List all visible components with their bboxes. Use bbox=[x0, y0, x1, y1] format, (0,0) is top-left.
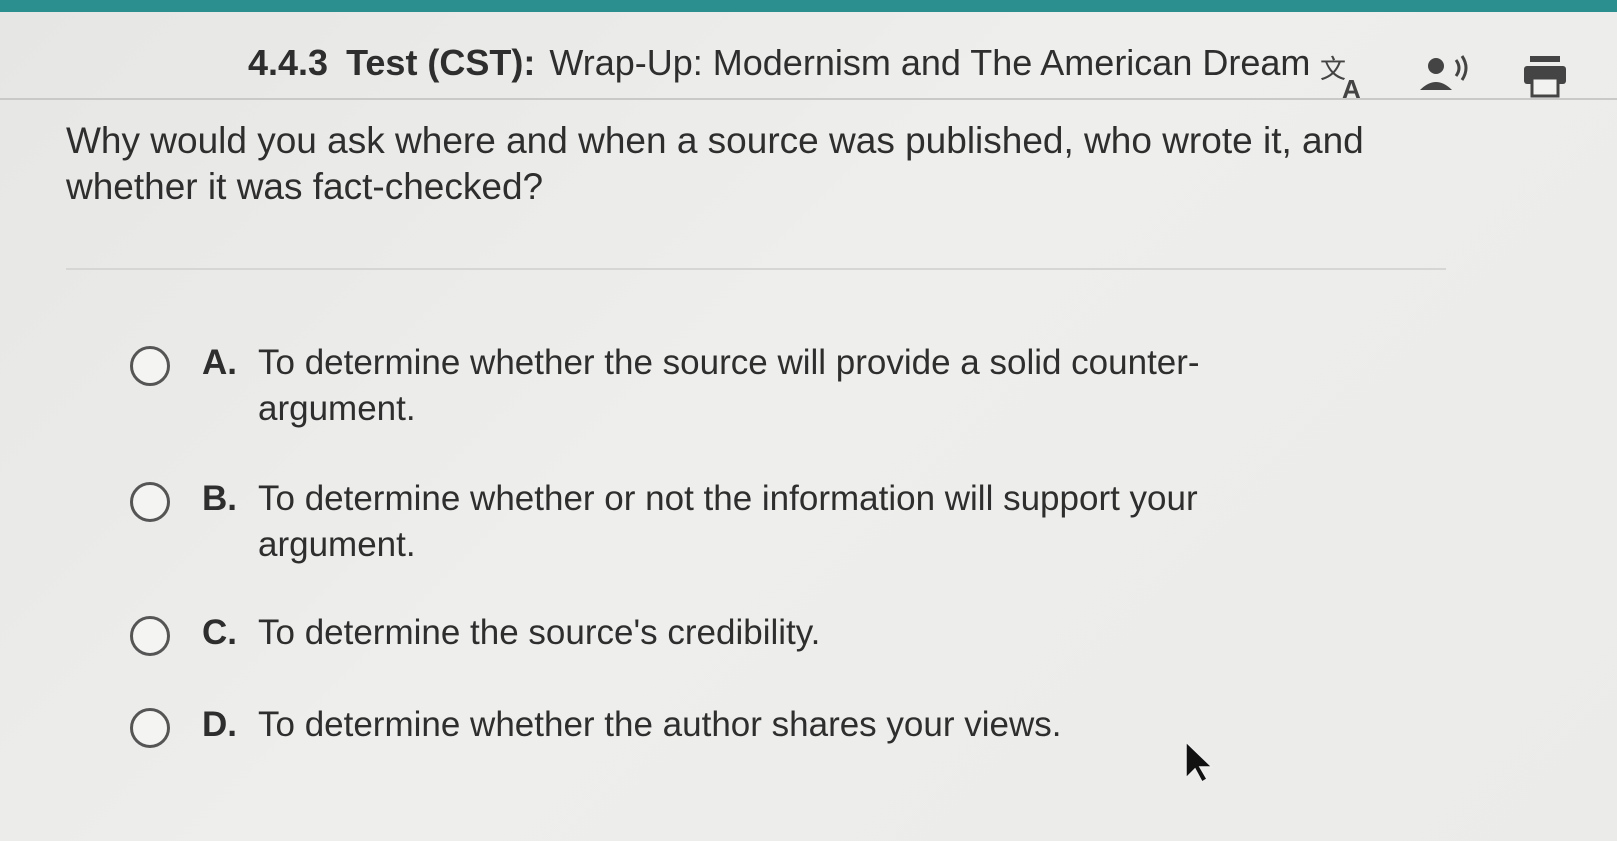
answer-option-c[interactable]: C. To determine the source's credibility… bbox=[130, 613, 1338, 656]
translate-icon[interactable]: 文 A bbox=[1318, 52, 1372, 102]
option-letter: A. bbox=[202, 343, 237, 382]
option-text: To determine whether or not the informat… bbox=[258, 479, 1198, 564]
mouse-pointer-icon bbox=[1184, 740, 1214, 789]
lesson-type: Test (CST): bbox=[346, 42, 536, 83]
answer-option-d[interactable]: D. To determine whether the author share… bbox=[130, 705, 1338, 748]
option-letter: B. bbox=[202, 479, 237, 518]
option-text: To determine whether the source will pro… bbox=[258, 343, 1200, 428]
option-text: To determine the source's credibility. bbox=[258, 613, 821, 652]
radio-button-d[interactable] bbox=[130, 708, 170, 748]
question-divider bbox=[66, 268, 1446, 270]
svg-text:A: A bbox=[1342, 74, 1361, 102]
answer-option-a[interactable]: A. To determine whether the source will … bbox=[130, 343, 1338, 432]
option-letter: C. bbox=[202, 613, 237, 652]
lesson-number: 4.4.3 bbox=[248, 42, 329, 83]
lesson-header: 4.4.3 Test (CST): Wrap-Up: Modernism and T… bbox=[0, 12, 1617, 102]
print-icon[interactable] bbox=[1520, 52, 1570, 102]
question-prompt: Why would you ask where and when a sourc… bbox=[66, 120, 1364, 207]
option-letter: D. bbox=[202, 705, 237, 744]
radio-button-c[interactable] bbox=[130, 616, 170, 656]
lesson-breadcrumb: 4.4.3 Test (CST): Wrap-Up: Modernism and T… bbox=[248, 42, 1310, 84]
option-text: To determine whether the author shares y… bbox=[258, 705, 1062, 744]
radio-button-b[interactable] bbox=[130, 482, 170, 522]
radio-button-a[interactable] bbox=[130, 346, 170, 386]
lesson-title: Wrap-Up: Modernism and The American Drea… bbox=[549, 42, 1311, 83]
read-aloud-icon[interactable] bbox=[1412, 52, 1474, 102]
answer-option-b[interactable]: B. To determine whether or not the infor… bbox=[130, 479, 1338, 568]
top-accent-strip bbox=[0, 0, 1617, 12]
